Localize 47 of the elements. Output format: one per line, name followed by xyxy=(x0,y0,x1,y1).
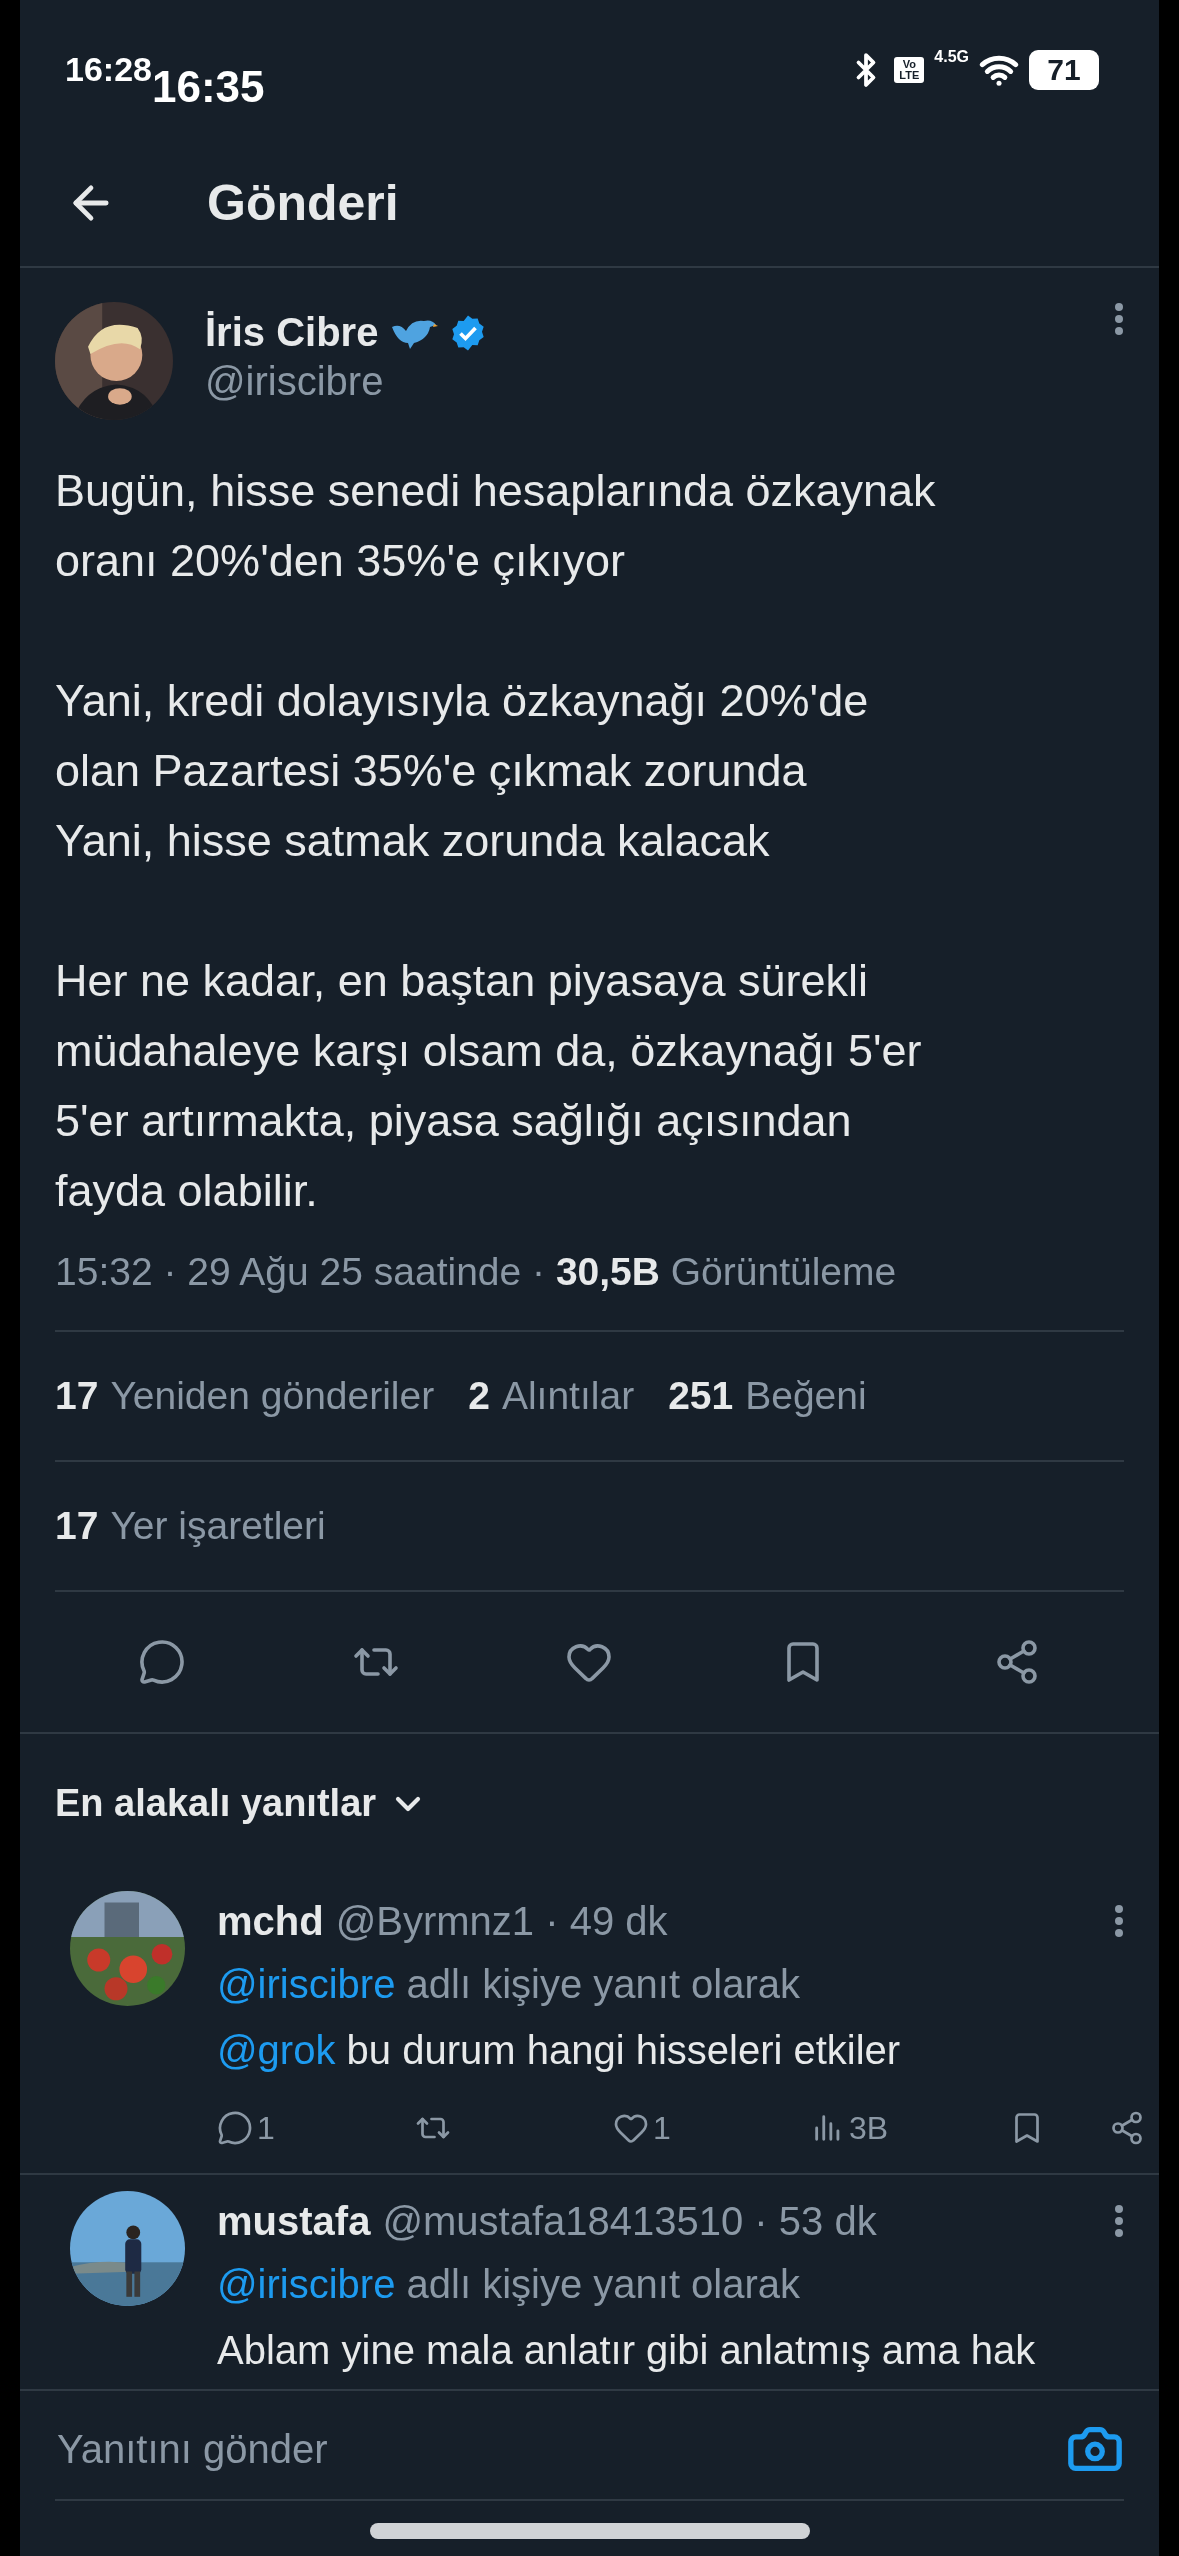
reply-icon xyxy=(137,1638,186,1686)
more-icon xyxy=(1114,2204,1124,2238)
more-button[interactable] xyxy=(1114,2204,1124,2238)
post-paragraph: Bugün, hisse senedi hesaplarında özkaynak oranı 20%'den 35%'e çıkıyor xyxy=(55,464,937,588)
mention-link[interactable]: @iriscibre xyxy=(217,2262,396,2306)
like-button[interactable]: 1 xyxy=(613,2109,811,2147)
more-icon xyxy=(1114,1904,1124,1938)
reply-input-field[interactable]: Yanıtını gönder xyxy=(55,2425,1066,2473)
stat-count: 17 xyxy=(55,1374,99,1418)
network-label: 4.5G xyxy=(934,48,969,66)
share-button[interactable] xyxy=(1109,2110,1145,2146)
reply-handle-time: @mustafa18413510 · 53 dk xyxy=(382,2198,878,2244)
post-meta: 15:32 · 29 Ağu 25 saatinde · 30,5B Görüntüleme xyxy=(55,1250,1124,1332)
stat-label[interactable]: Yer işaretleri xyxy=(110,1504,326,1548)
battery-level: 71 xyxy=(1029,50,1099,90)
more-button[interactable] xyxy=(1114,1904,1124,1938)
mention-link[interactable]: @grok xyxy=(217,2028,336,2072)
status-time: 16:28 xyxy=(65,50,152,89)
reply-icon xyxy=(217,2110,253,2146)
more-button[interactable] xyxy=(1114,302,1124,336)
reply-author-name[interactable]: mchd xyxy=(217,1898,324,1944)
share-icon xyxy=(1109,2110,1145,2146)
stat-count: 2 xyxy=(468,1374,490,1418)
stat-label[interactable]: Beğeni xyxy=(745,1374,867,1418)
more-icon xyxy=(1114,302,1124,336)
author-handle[interactable]: @iriscibre xyxy=(205,359,1082,404)
page-title: Gönderi xyxy=(207,174,399,232)
mention-link[interactable]: @iriscibre xyxy=(217,1962,396,2006)
reply-to-text: @iriscibre adlı kişiye yanıt olarak xyxy=(217,2261,802,2308)
reply-to-text: @iriscibre adlı kişiye yanıt olarak xyxy=(217,1961,802,2008)
author-name[interactable]: İris Cibre xyxy=(205,310,379,355)
reply-text: Ablam yine mala anlatır gibi anlatmış ama hak xyxy=(217,2327,1037,2374)
volte-badge: Vo LTE xyxy=(894,57,925,83)
stat-count: 17 xyxy=(55,1504,99,1548)
reply-handle-time: @Byrmnz1 · 49 dk xyxy=(335,1898,669,1944)
stat-label[interactable]: Yeniden gönderiler xyxy=(110,1374,435,1418)
post-paragraph: Yani, kredi dolayısıyla özkaynağı 20%'de olan Pazartesi 35%'e çıkmak zorunda Yani, hisse satmak zorunda kalacak xyxy=(55,674,870,868)
reply-button[interactable]: 1 xyxy=(217,2109,415,2147)
reply-text: @grok bu durum hangi hisseleri etkiler xyxy=(217,2027,902,2074)
views-button[interactable]: 3B xyxy=(811,2109,1009,2147)
status-time: 16:35 xyxy=(152,62,265,112)
reply-button[interactable] xyxy=(137,1638,186,1686)
post-paragraph: Her ne kadar, en baştan piyasaya sürekli müdahaleye karşı olsam da, özkaynağı 5'er 5'er artırmakta, piyasa sağlığı açısından fayda olabilir. xyxy=(55,954,923,1218)
reply-author-name[interactable]: mustafa xyxy=(217,2198,371,2244)
stat-label[interactable]: Alıntılar xyxy=(501,1374,635,1418)
replies-sort-button[interactable]: En alakalı yanıtlar xyxy=(20,1734,1159,1875)
stat-count: 251 xyxy=(668,1374,734,1418)
